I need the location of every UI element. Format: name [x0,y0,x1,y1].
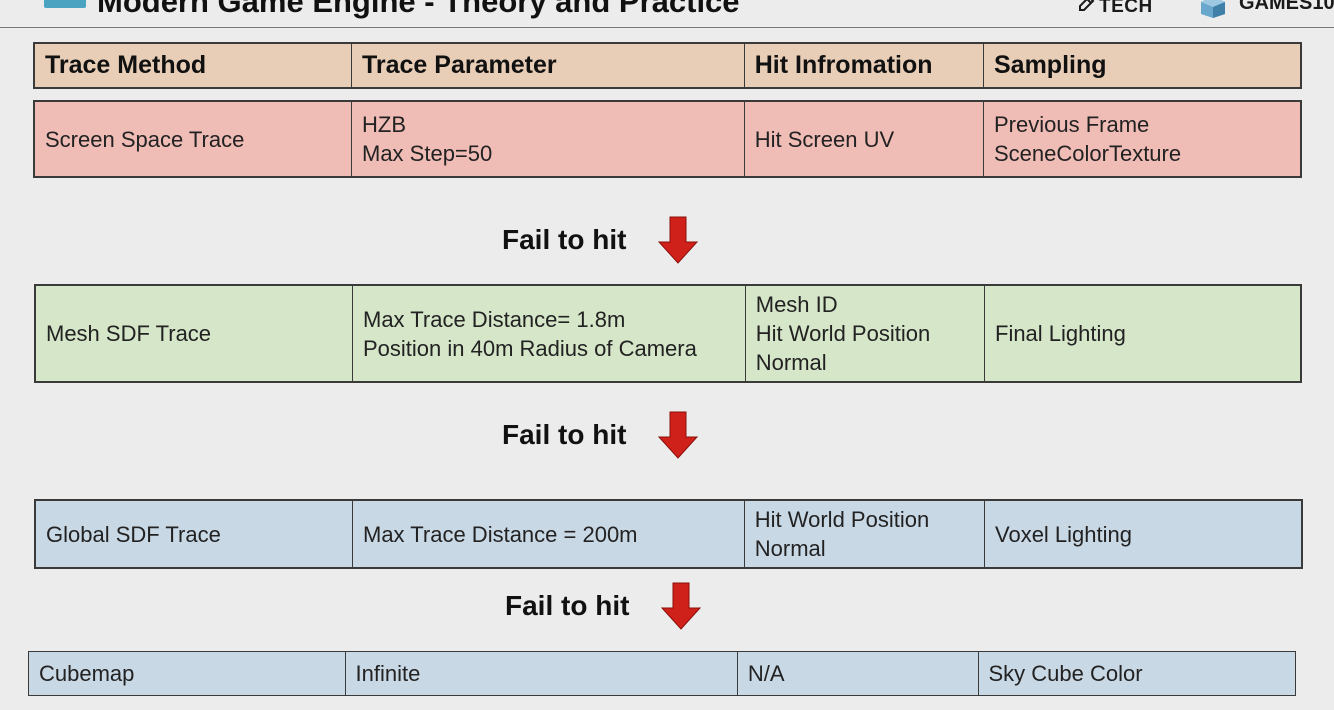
method-text: Screen Space Trace [45,126,245,152]
cell-parameter: Max Trace Distance = 200m [353,501,745,567]
table-row-mesh-sdf: Mesh SDF Trace Max Trace Distance= 1.8m … [34,284,1302,383]
method-text: Mesh SDF Trace [46,321,212,346]
logo-square-icon [44,0,86,8]
header-trace-parameter: Trace Parameter [352,44,745,87]
table-row-cubemap: Cubemap Infinite N/A Sky Cube Color [28,651,1296,696]
brand-games-text: GAMES10 [1239,0,1334,14]
pen-icon [1078,0,1096,18]
method-text: Cubemap [39,661,135,686]
sampling-line: Final Lighting [995,321,1126,346]
cell-method: Mesh SDF Trace [36,286,353,381]
slide-header: Modern Game Engine - Theory and Practice… [0,0,1334,28]
cell-method: Cubemap [29,652,346,695]
table-header-row: Trace Method Trace Parameter Hit Infroma… [33,42,1302,89]
parameter-line: Max Trace Distance= 1.8m [363,306,626,332]
cell-sampling: Sky Cube Color [979,652,1296,695]
cell-parameter: Max Trace Distance= 1.8m Position in 40m… [353,286,746,381]
hit-line: Normal [755,350,827,375]
cube-logo-icon [1201,0,1225,18]
cell-hit-info: Hit World Position Normal [745,501,985,567]
down-arrow-icon [657,411,699,459]
hit-line: Hit Screen UV [754,126,895,152]
table-row-screen-space: Screen Space Trace HZB Max Step=50 Hit S… [33,100,1302,178]
sampling-line: Voxel Lighting [995,521,1132,547]
sampling-line: Sky Cube Color [988,661,1143,686]
hit-line: N/A [747,661,785,686]
sampling-line: SceneColorTexture [994,141,1182,166]
hit-line: Hit World Position [754,507,930,532]
fail-to-hit-label: Fail to hit [502,224,627,255]
down-arrow-icon [657,216,699,264]
slide-title: Modern Game Engine - Theory and Practice [97,0,740,19]
cell-sampling: Final Lighting [985,286,1300,381]
header-trace-method: Trace Method [35,44,352,87]
cell-hit-info: Mesh ID Hit World Position Normal [746,286,985,381]
hit-line: Mesh ID [755,292,838,317]
method-text: Global SDF Trace [46,521,221,547]
parameter-line: Infinite [355,661,421,686]
parameter-line: Max Trace Distance = 200m [363,521,638,547]
hit-line: Normal [754,536,826,561]
cell-sampling: Voxel Lighting [985,501,1301,567]
cell-method: Global SDF Trace [36,501,353,567]
sampling-line: Previous Frame [994,112,1150,137]
cell-parameter: Infinite [346,652,738,695]
down-arrow-icon [660,582,702,630]
cell-method: Screen Space Trace [35,102,352,176]
header-sampling: Sampling [994,51,1107,79]
parameter-line: Position in 40m Radius of Camera [363,335,697,361]
cell-hit-info: N/A [738,652,979,695]
parameter-line: Max Step=50 [362,141,493,166]
brand-tech-logo: TECH [1078,0,1153,18]
fail-to-hit-label: Fail to hit [505,590,630,621]
cell-parameter: HZB Max Step=50 [352,102,745,176]
cell-hit-info: Hit Screen UV [745,102,984,176]
fail-to-hit-label: Fail to hit [502,419,627,450]
header-hit-information: Hit Infromation [745,44,984,87]
cell-sampling: Previous Frame SceneColorTexture [984,102,1300,176]
table-row-global-sdf: Global SDF Trace Max Trace Distance = 20… [34,499,1303,569]
parameter-line: HZB [362,112,406,137]
hit-line: Hit World Position [755,321,931,346]
brand-tech-text: TECH [1099,0,1153,17]
